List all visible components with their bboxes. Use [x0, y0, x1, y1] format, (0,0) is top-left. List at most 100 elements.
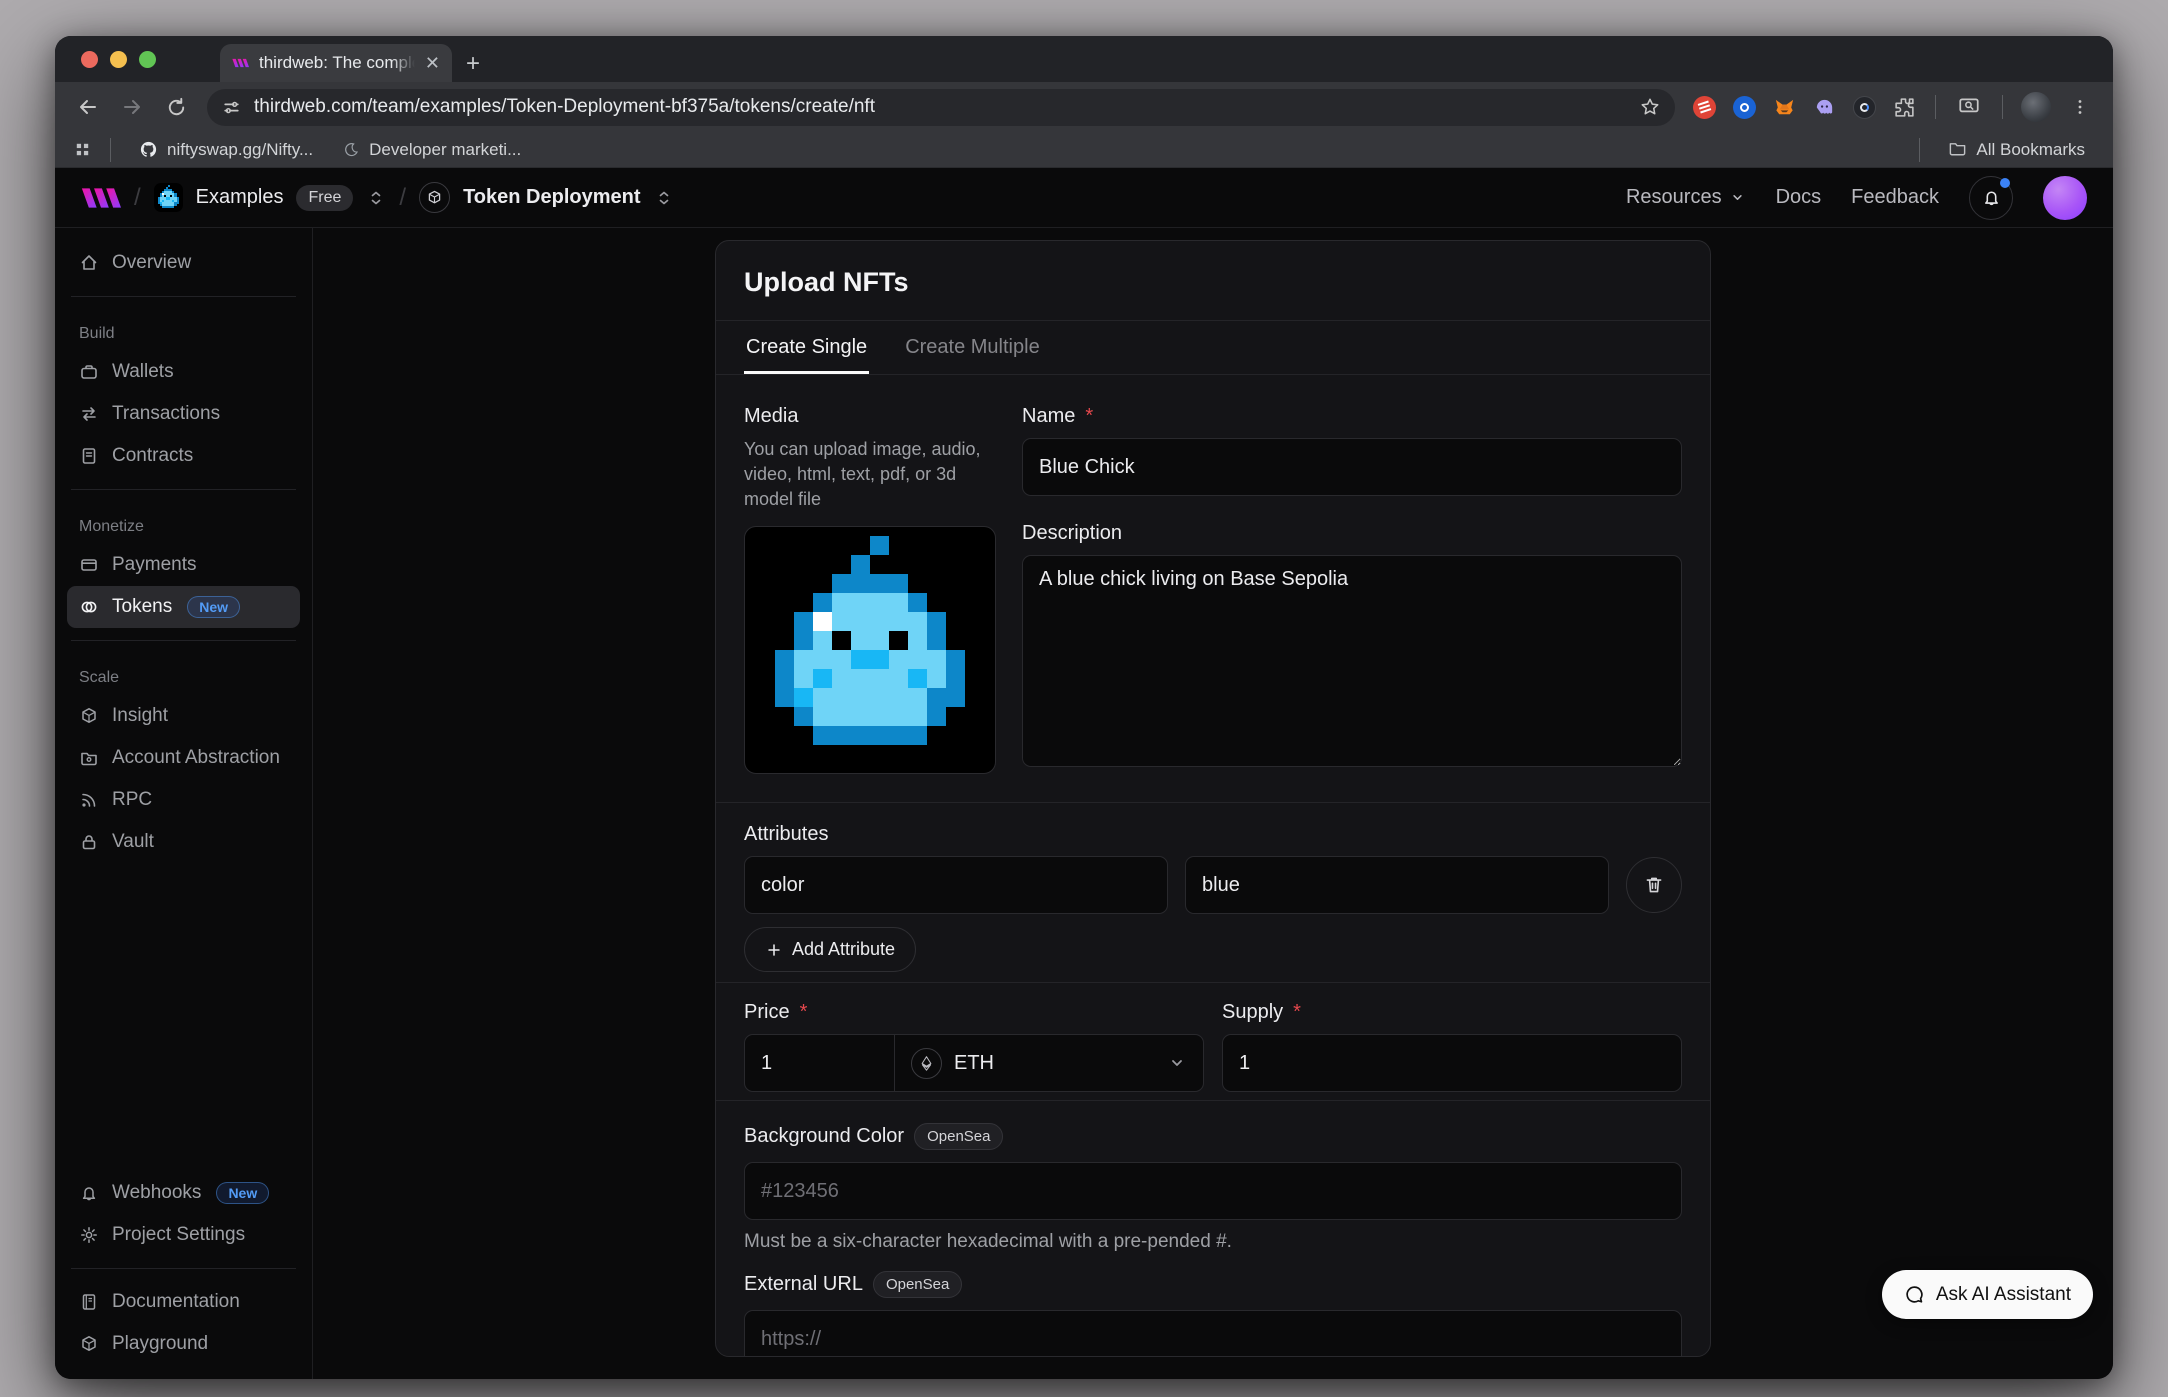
- bookmark-item[interactable]: niftyswap.gg/Nifty...: [129, 140, 323, 160]
- rpc-signal-icon: [79, 790, 99, 810]
- notifications-button[interactable]: [1969, 176, 2013, 220]
- project-switcher-icon[interactable]: [654, 188, 674, 208]
- media-hint: You can upload image, audio, video, html…: [744, 437, 996, 512]
- sidebar-item-account-abstraction[interactable]: Account Abstraction: [67, 737, 300, 779]
- all-bookmarks-button[interactable]: All Bookmarks: [1938, 140, 2095, 160]
- nav-docs[interactable]: Docs: [1776, 186, 1822, 209]
- sidebar-item-tokens[interactable]: Tokens New: [67, 586, 300, 628]
- supply-label: Supply: [1222, 1001, 1283, 1024]
- sidebar-item-wallets[interactable]: Wallets: [67, 351, 300, 393]
- sidebar-item-payments[interactable]: Payments: [67, 544, 300, 586]
- extension-icon-phantom[interactable]: [1807, 90, 1841, 124]
- add-attribute-label: Add Attribute: [792, 939, 895, 960]
- form-tabs: Create Single Create Multiple: [716, 321, 1710, 375]
- tab-search-icon[interactable]: [1950, 88, 1988, 126]
- bookmark-label: niftyswap.gg/Nifty...: [167, 140, 313, 160]
- thirdweb-logo[interactable]: [81, 187, 121, 209]
- bookmark-label: Developer marketi...: [369, 140, 521, 160]
- book-icon: [79, 1292, 99, 1312]
- sidebar-item-documentation[interactable]: Documentation: [67, 1281, 300, 1323]
- sidebar-item-rpc[interactable]: RPC: [67, 779, 300, 821]
- attribute-key-input[interactable]: [744, 856, 1168, 914]
- media-upload-box[interactable]: [744, 526, 996, 774]
- trash-icon: [1643, 874, 1665, 896]
- supply-input[interactable]: [1222, 1034, 1682, 1092]
- breadcrumb-separator: /: [134, 184, 141, 212]
- description-input[interactable]: A blue chick living on Base Sepolia: [1022, 555, 1682, 767]
- breadcrumb-separator: /: [399, 184, 406, 212]
- name-label: Name: [1022, 405, 1075, 428]
- url-text[interactable]: thirdweb.com/team/examples/Token-Deploym…: [254, 96, 1627, 118]
- browser-menu-icon[interactable]: [2061, 88, 2099, 126]
- eth-icon: [911, 1048, 942, 1079]
- breadcrumb-team[interactable]: Examples: [196, 186, 284, 209]
- sidebar-item-insight[interactable]: Insight: [67, 695, 300, 737]
- wallet-icon: [79, 362, 99, 382]
- toolbar-divider: [2002, 95, 2003, 119]
- sidebar-item-label: Insight: [112, 705, 168, 727]
- sidebar-item-label: Project Settings: [112, 1224, 245, 1246]
- sidebar-item-vault[interactable]: Vault: [67, 821, 300, 863]
- extension-icon-red[interactable]: [1687, 90, 1721, 124]
- nav-resources[interactable]: Resources: [1626, 186, 1746, 209]
- attribute-row: [744, 856, 1682, 914]
- external-url-input[interactable]: [744, 1310, 1682, 1356]
- sidebar-divider: [71, 1268, 296, 1269]
- url-bar[interactable]: thirdweb.com/team/examples/Token-Deploym…: [207, 89, 1675, 126]
- sidebar-item-label: Playground: [112, 1333, 208, 1355]
- sidebar-item-webhooks[interactable]: Webhooks New: [67, 1172, 300, 1214]
- browser-tab[interactable]: thirdweb: The complete web3 ✕: [220, 44, 452, 82]
- bell-icon: [79, 1183, 99, 1203]
- extensions-puzzle-icon[interactable]: [1887, 90, 1921, 124]
- breadcrumb-project[interactable]: Token Deployment: [463, 186, 640, 209]
- extension-icon-blue[interactable]: [1727, 90, 1761, 124]
- sidebar-item-label: Webhooks: [112, 1182, 201, 1204]
- opensea-badge: OpenSea: [873, 1271, 962, 1298]
- forward-button[interactable]: [113, 88, 151, 126]
- name-input[interactable]: [1022, 438, 1682, 496]
- currency-select[interactable]: ETH: [895, 1035, 1203, 1091]
- delete-attribute-button[interactable]: [1626, 857, 1682, 913]
- sidebar-item-playground[interactable]: Playground: [67, 1323, 300, 1365]
- browser-profile-avatar[interactable]: [2021, 92, 2051, 122]
- tokens-coins-icon: [79, 597, 99, 617]
- background-color-input[interactable]: [744, 1162, 1682, 1220]
- background-color-label: Background Color: [744, 1125, 904, 1148]
- reload-button[interactable]: [157, 88, 195, 126]
- extension-icon-clock[interactable]: [1847, 90, 1881, 124]
- sidebar-section-scale: Scale: [79, 669, 288, 687]
- sidebar-item-transactions[interactable]: Transactions: [67, 393, 300, 435]
- tab-create-single[interactable]: Create Single: [744, 321, 869, 374]
- close-window-button[interactable]: [81, 51, 98, 68]
- attribute-value-input[interactable]: [1185, 856, 1609, 914]
- extension-icon-metamask[interactable]: [1767, 90, 1801, 124]
- ask-ai-assistant-button[interactable]: Ask AI Assistant: [1882, 1270, 2093, 1319]
- sidebar-item-project-settings[interactable]: Project Settings: [67, 1214, 300, 1256]
- tab-close-icon[interactable]: ✕: [425, 54, 440, 72]
- bookmark-star-icon[interactable]: [1639, 96, 1661, 118]
- currency-label: ETH: [954, 1052, 994, 1075]
- sidebar-item-label: RPC: [112, 789, 152, 811]
- sidebar-item-overview[interactable]: Overview: [67, 242, 300, 284]
- ask-ai-assistant-label: Ask AI Assistant: [1936, 1284, 2071, 1306]
- sidebar-item-label: Vault: [112, 831, 154, 853]
- sidebar-item-label: Documentation: [112, 1291, 240, 1313]
- bookmark-item[interactable]: Developer marketi...: [333, 140, 531, 160]
- back-button[interactable]: [69, 88, 107, 126]
- contract-file-icon: [79, 446, 99, 466]
- apps-grid-icon[interactable]: [73, 140, 92, 159]
- sidebar-item-label: Overview: [112, 252, 191, 274]
- price-input[interactable]: 1: [745, 1035, 895, 1091]
- tab-create-multiple[interactable]: Create Multiple: [903, 321, 1042, 374]
- minimize-window-button[interactable]: [110, 51, 127, 68]
- maximize-window-button[interactable]: [139, 51, 156, 68]
- sidebar-item-contracts[interactable]: Contracts: [67, 435, 300, 477]
- add-attribute-button[interactable]: Add Attribute: [744, 927, 916, 972]
- user-avatar[interactable]: [2043, 176, 2087, 220]
- folder-icon: [1948, 140, 1967, 159]
- team-switcher-icon[interactable]: [366, 188, 386, 208]
- nav-feedback[interactable]: Feedback: [1851, 186, 1939, 209]
- insight-box-icon: [79, 706, 99, 726]
- site-settings-icon[interactable]: [221, 97, 242, 118]
- new-tab-button[interactable]: +: [466, 52, 480, 76]
